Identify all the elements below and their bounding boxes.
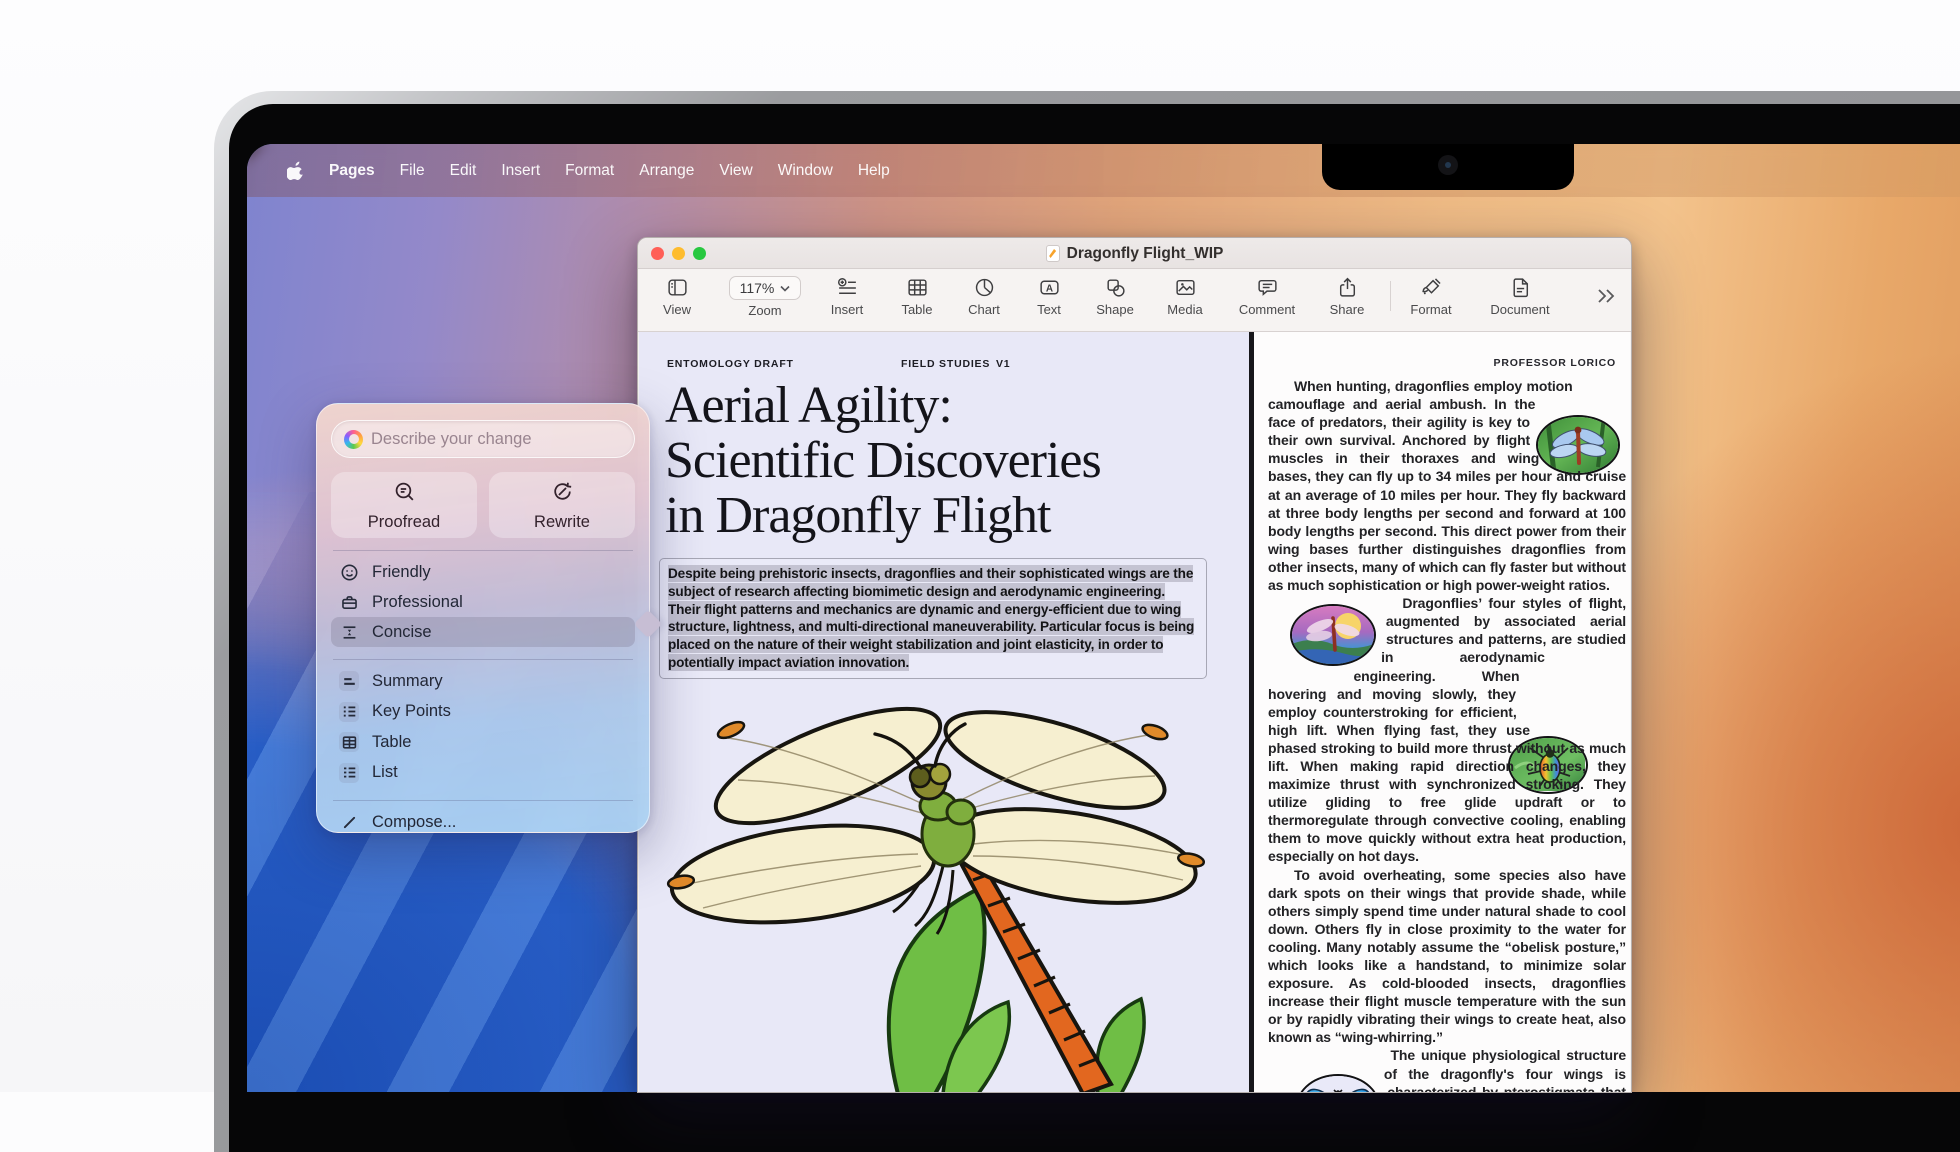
toolbar-zoom-control[interactable]: 117% Zoom	[722, 276, 808, 318]
selected-paragraph[interactable]: Despite being prehistoric insects, drago…	[659, 558, 1207, 679]
text-box-icon: A	[1038, 276, 1061, 299]
window-title-bar[interactable]: Dragonfly Flight_WIP	[638, 238, 1631, 269]
menu-item-help[interactable]: Help	[858, 162, 890, 180]
menu-item-professional[interactable]: Professional	[331, 587, 635, 617]
display-notch	[1322, 144, 1574, 190]
describe-change-input[interactable]	[371, 430, 622, 449]
kicker-field-studies: FIELD STUDIES	[901, 358, 990, 370]
toolbar-table-button[interactable]: Table	[881, 276, 953, 317]
document-canvas: ENTOMOLOGY DRAFT FIELD STUDIES V1 Aerial…	[639, 332, 1630, 1092]
toolbar-text-button[interactable]: A Text	[1013, 276, 1085, 317]
photo-icon	[1174, 276, 1197, 299]
dragonfly-photo-green	[1536, 415, 1620, 475]
byline: PROFESSOR LORICO	[1268, 357, 1620, 369]
table-icon	[906, 276, 929, 299]
toolbar-share-button[interactable]: Share	[1311, 276, 1383, 317]
compose-pencil-icon	[339, 812, 359, 832]
toolbar: View 117% Zoom Insert	[638, 269, 1631, 332]
apple-intelligence-icon	[344, 430, 363, 449]
close-button[interactable]	[651, 247, 664, 260]
concise-icon	[339, 622, 359, 642]
kicker-entomology: ENTOMOLOGY DRAFT	[667, 358, 794, 370]
comment-bubble-icon	[1256, 276, 1279, 299]
popup-divider	[333, 800, 633, 801]
table-grid-icon	[339, 732, 359, 752]
proofread-icon	[392, 479, 417, 509]
menu-item-key-points[interactable]: Key Points	[331, 697, 635, 728]
menu-item-summary[interactable]: Summary	[331, 666, 635, 697]
menu-item-edit[interactable]: Edit	[450, 162, 477, 180]
paintbrush-icon	[1420, 276, 1443, 299]
body-paragraph: Dragonflies’ four styles of flight, augm…	[1268, 594, 1626, 865]
menu-item-concise[interactable]: Concise	[331, 617, 635, 647]
menu-item-view[interactable]: View	[719, 162, 752, 180]
toolbar-comment-button[interactable]: Comment	[1231, 276, 1303, 317]
document-icon	[1509, 276, 1532, 299]
bulleted-list-icon	[339, 702, 359, 722]
butterfly-photo	[1296, 1074, 1380, 1092]
pie-chart-icon	[973, 276, 996, 299]
popup-divider	[333, 659, 633, 660]
document-file-icon	[1046, 245, 1060, 262]
rewrite-button[interactable]: Rewrite	[489, 472, 635, 538]
menu-item-window[interactable]: Window	[778, 162, 833, 180]
popup-divider	[333, 550, 633, 551]
toolbar-insert-button[interactable]: Insert	[811, 276, 883, 317]
list-icon	[339, 763, 359, 783]
toolbar-separator	[1390, 281, 1391, 311]
menu-item-file[interactable]: File	[400, 162, 425, 180]
menu-bar: Pages File Edit Insert Format Arrange Vi…	[247, 144, 1960, 197]
window-title: Dragonfly Flight_WIP	[1067, 245, 1224, 263]
apple-menu-icon[interactable]	[287, 161, 304, 181]
summary-icon	[339, 671, 359, 691]
more-toolbar-items-icon[interactable]	[1593, 285, 1619, 312]
minimize-button[interactable]	[672, 247, 685, 260]
toolbar-format-button[interactable]: Format	[1395, 276, 1467, 317]
kicker-version: V1	[996, 358, 1010, 370]
toolbar-view-button[interactable]: View	[641, 276, 713, 317]
toolbar-shape-button[interactable]: Shape	[1079, 276, 1151, 317]
document-page-left: ENTOMOLOGY DRAFT FIELD STUDIES V1 Aerial…	[639, 332, 1249, 1092]
menu-item-list[interactable]: List	[331, 758, 635, 789]
proofread-button[interactable]: Proofread	[331, 472, 477, 538]
briefcase-icon	[339, 592, 359, 612]
menu-item-format[interactable]: Format	[565, 162, 614, 180]
menu-item-insert[interactable]: Insert	[501, 162, 540, 180]
rewrite-icon	[550, 479, 575, 509]
menu-item-arrange[interactable]: Arrange	[639, 162, 694, 180]
svg-text:A: A	[1045, 283, 1052, 294]
describe-change-field[interactable]	[331, 420, 635, 458]
document-page-right: PROFESSOR LORICO	[1254, 332, 1630, 1092]
chevron-down-icon	[780, 285, 790, 292]
toolbar-document-button[interactable]: Document	[1484, 276, 1556, 317]
body-paragraph: When hunting, dragonflies employ motion …	[1268, 377, 1626, 594]
camera-icon	[1438, 155, 1458, 175]
article-body-column: When hunting, dragonflies employ motion …	[1268, 377, 1626, 1092]
menu-item-compose[interactable]: Compose...	[331, 807, 635, 837]
toolbar-media-button[interactable]: Media	[1149, 276, 1221, 317]
body-paragraph: To avoid overheating, some species also …	[1268, 866, 1626, 1047]
zoom-value-button[interactable]: 117%	[729, 276, 802, 300]
toolbar-chart-button[interactable]: Chart	[948, 276, 1020, 317]
body-paragraph: The unique physiological structure of th…	[1268, 1046, 1626, 1092]
share-icon	[1336, 276, 1359, 299]
insert-icon	[836, 276, 859, 299]
writing-tools-popup: Proofread Rewrite Friendly	[316, 403, 650, 833]
fullscreen-button[interactable]	[693, 247, 706, 260]
smiley-icon	[339, 562, 359, 582]
menu-item-friendly[interactable]: Friendly	[331, 557, 635, 587]
menu-item-app[interactable]: Pages	[329, 162, 375, 180]
view-sidebar-icon	[666, 276, 689, 299]
dragonfly-illustration	[643, 684, 1243, 1092]
dragonfly-sunset-photo	[1290, 604, 1376, 666]
shapes-icon	[1104, 276, 1127, 299]
pages-window: Dragonfly Flight_WIP View 117% Zoom	[637, 237, 1632, 1093]
article-headline: Aerial Agility: Scientific Discoveries i…	[665, 378, 1225, 543]
menu-item-table[interactable]: Table	[331, 727, 635, 758]
